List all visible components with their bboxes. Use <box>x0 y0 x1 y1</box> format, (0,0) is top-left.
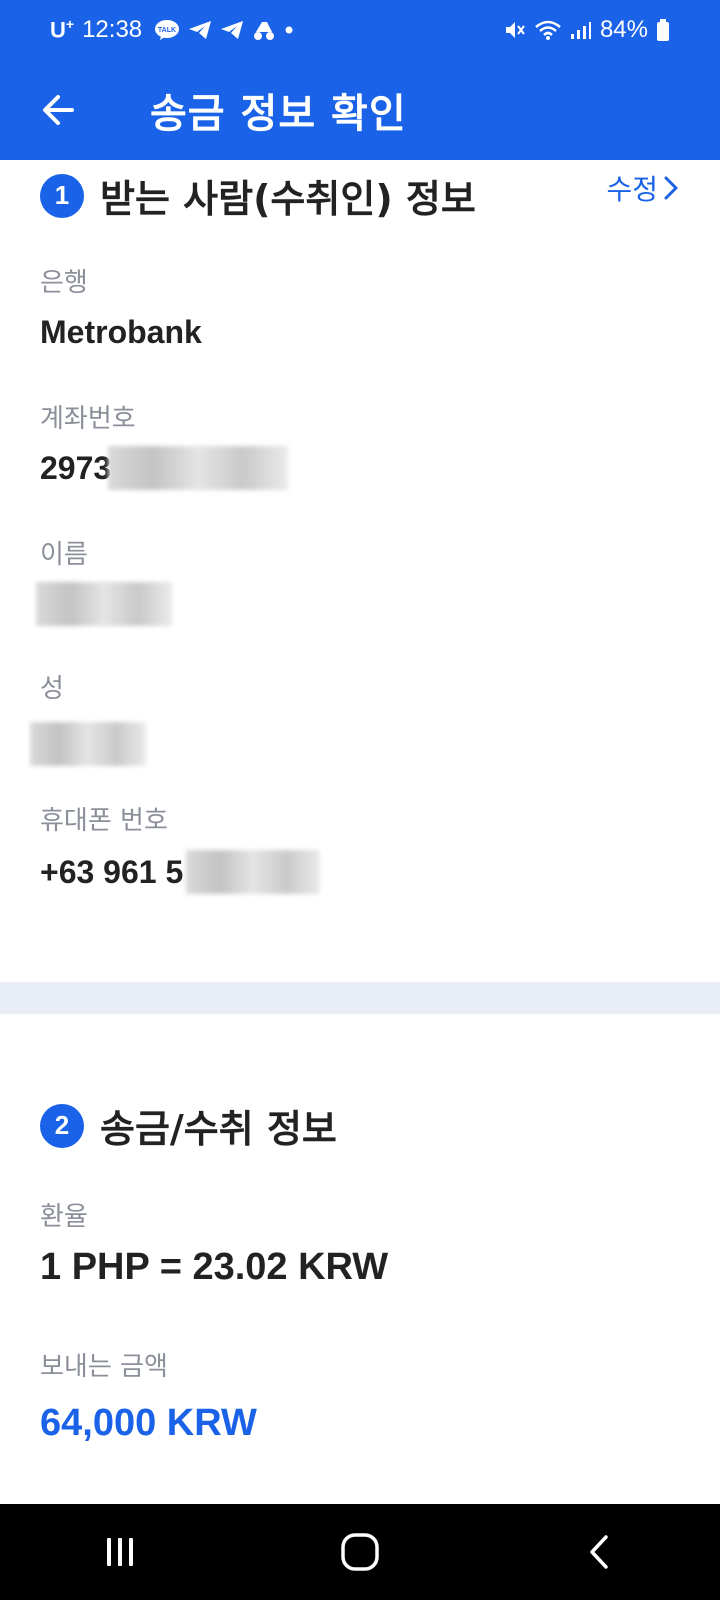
step-badge-1: 1 <box>40 173 84 218</box>
home-button[interactable] <box>320 1512 400 1592</box>
chevron-right-icon <box>664 176 678 200</box>
bank-value: Metrobank <box>40 314 202 350</box>
status-left: U+ 12:38 TALK <box>50 16 504 44</box>
clock: 12:38 <box>82 16 143 43</box>
recipient-section-title: 받는 사람(수취인) 정보 <box>100 177 476 221</box>
step-badge-2: 2 <box>40 1103 84 1148</box>
recents-button[interactable] <box>80 1512 160 1592</box>
bank-label: 은행 <box>40 268 88 298</box>
mute-icon <box>504 19 526 41</box>
last-name-label: 성 <box>40 674 64 704</box>
phone-value: +63 961 5 <box>40 854 184 890</box>
nav-back-icon <box>590 1535 608 1569</box>
telegram-icon <box>188 20 212 40</box>
status-bar: U+ 12:38 TALK 84% <box>0 0 720 60</box>
wifi-icon <box>534 19 562 41</box>
account-number-value: 2973 <box>40 450 112 486</box>
arrow-left-icon <box>43 95 74 125</box>
exchange-rate-value: 1 PHP = 23.02 KRW <box>40 1246 389 1288</box>
edit-label: 수정 <box>606 173 658 206</box>
exchange-rate-label: 환율 <box>40 1202 88 1232</box>
account-number-label: 계좌번호 <box>40 404 136 434</box>
recents-icon <box>107 1538 133 1566</box>
send-amount-value: 64,000 KRW <box>40 1402 257 1444</box>
kakaotalk-icon: TALK <box>154 19 180 41</box>
delivery-app-icon <box>252 19 276 41</box>
status-right: 84% <box>504 16 670 44</box>
more-notifications-dot <box>284 25 294 35</box>
app-bar: 송금 정보 확인 <box>0 60 720 160</box>
edit-recipient-link[interactable]: 수정 <box>606 168 680 208</box>
transfer-section-header: 2 송금/수취 정보 <box>40 1098 337 1153</box>
signal-icon <box>570 20 592 40</box>
svg-text:TALK: TALK <box>158 27 176 34</box>
redacted-account-number <box>108 446 288 490</box>
transfer-section-title: 송금/수취 정보 <box>100 1107 337 1151</box>
redacted-phone-number <box>186 850 320 894</box>
battery-icon <box>656 18 670 42</box>
section-divider <box>0 982 720 1014</box>
recipient-section-header: 1 받는 사람(수취인) 정보 <box>40 168 476 223</box>
send-amount-label: 보내는 금액 <box>40 1352 168 1382</box>
page-title: 송금 정보 확인 <box>150 91 407 137</box>
screen: U+ 12:38 TALK 84% 송금 정보 확인 1 받는 사람(수취인) … <box>0 0 720 1600</box>
first-name-label: 이름 <box>40 540 88 570</box>
back-button[interactable] <box>28 80 88 140</box>
battery-percentage: 84% <box>599 16 648 43</box>
phone-label: 휴대폰 번호 <box>40 806 168 836</box>
redacted-last-name <box>30 722 146 766</box>
home-icon <box>341 1533 379 1571</box>
system-nav-bar <box>0 1504 720 1600</box>
carrier-label: U+ <box>50 16 75 43</box>
nav-back-button[interactable] <box>560 1512 640 1592</box>
redacted-first-name <box>36 582 172 626</box>
telegram-icon <box>220 20 244 40</box>
